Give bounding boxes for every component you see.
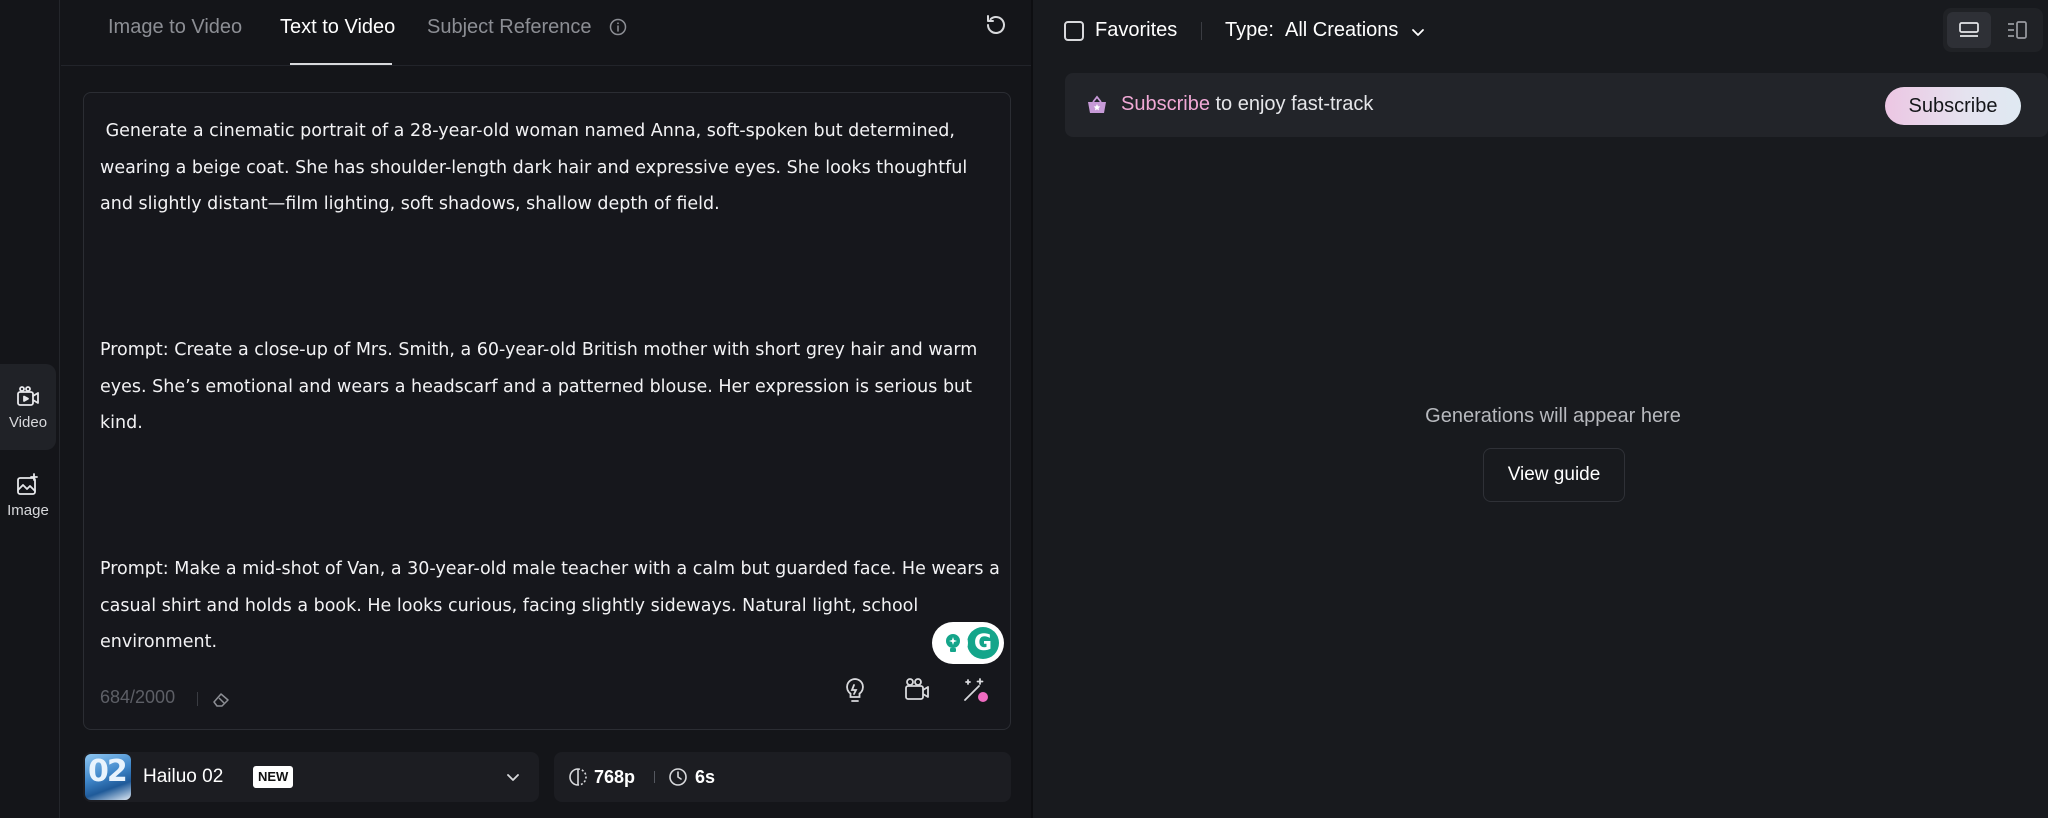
subscribe-link[interactable]: Subscribe (1121, 93, 1210, 115)
info-icon[interactable] (609, 18, 627, 36)
tab-image-to-video[interactable]: Image to Video (108, 16, 242, 39)
eraser-icon[interactable] (211, 689, 231, 709)
favorites-checkbox[interactable] (1064, 21, 1084, 41)
prompt-textarea[interactable]: Generate a cinematic portrait of a 28-ye… (83, 92, 1011, 730)
tab-text-to-video[interactable]: Text to Video (280, 16, 395, 39)
grid-view-button[interactable] (1995, 12, 2039, 48)
refresh-icon[interactable] (983, 12, 1009, 38)
mode-tabs: Image to Video Text to Video Subject Ref… (61, 0, 1031, 66)
crown-basket-icon (1088, 95, 1106, 113)
type-filter-dropdown[interactable]: All Creations (1285, 19, 1398, 42)
magic-enhance-icon[interactable] (960, 675, 990, 705)
video-icon (17, 385, 39, 406)
empty-state-title: Generations will appear here (1425, 405, 1681, 427)
image-icon (17, 472, 38, 495)
chevron-down-icon[interactable] (1410, 24, 1426, 40)
side-rail: Video Image (0, 0, 60, 818)
rail-item-image[interactable]: Image (0, 462, 56, 528)
model-name: Hailuo 02 (143, 766, 224, 787)
rail-item-label: Video (8, 413, 48, 431)
resolution-icon (569, 768, 587, 786)
prompt-ideas-icon[interactable] (840, 675, 870, 705)
model-thumbnail: 02 (85, 754, 131, 800)
lightbulb-icon[interactable] (938, 628, 968, 658)
chevron-down-icon (507, 774, 519, 781)
model-selector[interactable]: 02 Hailuo 02 NEW (83, 752, 539, 802)
video-settings-selector[interactable]: 768p 6s (554, 752, 1051, 802)
subscribe-button[interactable]: Subscribe (1885, 87, 2021, 125)
favorites-label[interactable]: Favorites (1095, 19, 1177, 42)
view-mode-toggle (1943, 8, 2043, 52)
list-view-icon (1959, 22, 1979, 37)
duration-value: 6s (695, 767, 716, 787)
side-panel-view-icon (2008, 21, 2027, 39)
view-guide-button[interactable]: View guide (1483, 448, 1625, 502)
new-badge: NEW (253, 766, 294, 788)
subscribe-text: to enjoy fast-track (1209, 93, 1374, 115)
subscribe-banner: Subscribe to enjoy fast-track Subscribe (1065, 73, 2048, 137)
app-window: Video Image Image to Video Text to Video… (0, 0, 2048, 818)
grammarly-icon: G (967, 627, 999, 659)
rail-item-label: Image (7, 501, 49, 519)
filter-divider (1201, 22, 1202, 40)
resolution-value: 768p (594, 767, 636, 787)
creations-panel: Favorites Type: All Creations Subscribe … (1033, 0, 2048, 818)
settings-divider (654, 771, 655, 783)
tab-subject-reference[interactable]: Subject Reference (427, 16, 592, 39)
active-tab-indicator (290, 63, 392, 65)
prompt-text[interactable]: Generate a cinematic portrait of a 28-ye… (100, 113, 1005, 661)
generation-panel: Image to Video Text to Video Subject Ref… (61, 0, 1051, 818)
subscribe-message: Subscribe to enjoy fast-track (1121, 93, 1373, 116)
clock-icon (669, 768, 687, 786)
list-view-button[interactable] (1947, 12, 1991, 48)
camera-movement-icon[interactable] (902, 675, 932, 705)
grammarly-widget[interactable]: G (932, 622, 1004, 664)
type-filter-label: Type: (1225, 19, 1274, 41)
counter-divider (197, 692, 198, 706)
rail-item-video[interactable]: Video (0, 364, 56, 450)
character-counter: 684/2000 (100, 687, 176, 707)
